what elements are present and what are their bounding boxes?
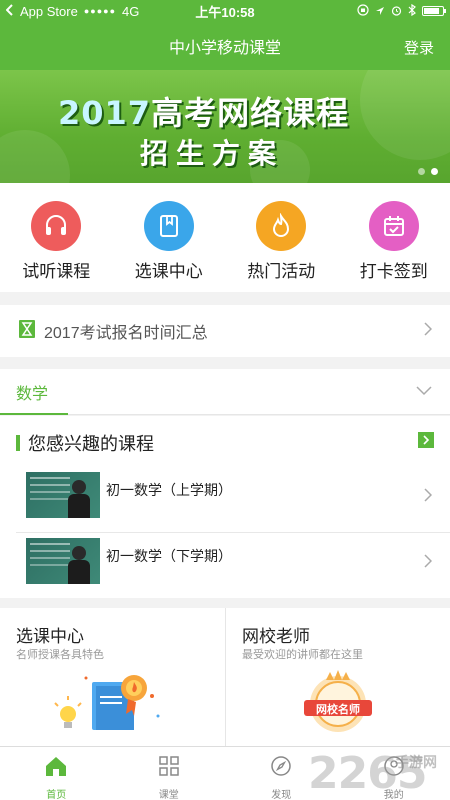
course-thumbnail bbox=[26, 538, 100, 584]
banner-headline: 2017高考网络课程 bbox=[58, 88, 349, 134]
badge-text: 网校名师 bbox=[316, 704, 360, 716]
feature-cards: 选课中心 名师授课各具特色 网校老师 最受欢迎的讲师都在这里 网校名师 bbox=[0, 608, 450, 746]
quick-item-check-in[interactable]: 打卡签到 bbox=[338, 183, 450, 292]
carousel-dots bbox=[418, 168, 438, 175]
quick-item-course-center[interactable]: 选课中心 bbox=[113, 183, 226, 292]
alarm-icon bbox=[391, 4, 402, 19]
quick-item-label: 试听课程 bbox=[22, 262, 91, 281]
banner-decoration bbox=[360, 70, 450, 160]
card-title: 选课中心 bbox=[16, 627, 84, 646]
carrier-label[interactable]: App Store bbox=[20, 4, 78, 19]
section-accent-bar bbox=[16, 435, 20, 451]
banner-decoration bbox=[0, 130, 70, 183]
subject-underline bbox=[0, 413, 68, 415]
flame-icon bbox=[256, 201, 307, 251]
subject-selected: 数学 bbox=[16, 385, 49, 403]
carousel-dot-active[interactable] bbox=[431, 168, 438, 175]
chevron-right-icon bbox=[424, 488, 433, 507]
headphones-icon bbox=[31, 201, 82, 251]
exam-notice-label: 2017考试报名时间汇总 bbox=[44, 325, 208, 342]
card-subtitle: 名师授课各具特色 bbox=[16, 649, 104, 661]
page-title: 中小学移动课堂 bbox=[168, 40, 281, 57]
location-icon bbox=[375, 4, 385, 19]
signal-strength: ●●●●● bbox=[83, 6, 117, 16]
quick-item-trial-courses[interactable]: 试听课程 bbox=[0, 183, 113, 292]
nav-bar: 中小学移动课堂 登录 bbox=[0, 22, 450, 70]
course-title: 初一数学（上学期） bbox=[106, 482, 232, 498]
calendar-check-icon bbox=[368, 201, 419, 251]
course-item[interactable]: 初一数学（上学期） bbox=[26, 472, 450, 528]
exam-notice-row[interactable]: 2017考试报名时间汇总 bbox=[0, 305, 450, 357]
banner-headline-text: 高考网络课程 bbox=[151, 94, 350, 132]
famous-teacher-badge: 网校名师 bbox=[298, 666, 378, 736]
section-header: 您感兴趣的课程 bbox=[16, 430, 154, 456]
card-course-center[interactable]: 选课中心 名师授课各具特色 bbox=[0, 608, 225, 746]
card-online-teachers[interactable]: 网校老师 最受欢迎的讲师都在这里 网校名师 bbox=[225, 608, 450, 746]
banner-subline: 招生方案 bbox=[140, 137, 285, 170]
course-title: 初一数学（下学期） bbox=[106, 548, 232, 564]
tab-classroom[interactable]: 课堂 bbox=[113, 747, 226, 800]
card-title: 网校老师 bbox=[242, 627, 310, 646]
more-arrow-icon[interactable] bbox=[418, 432, 434, 448]
book-icon bbox=[143, 201, 194, 251]
interest-section: 您感兴趣的课程 初一数学（上学期） 初一数学（下学期） bbox=[0, 416, 450, 598]
tab-label: 课堂 bbox=[158, 790, 179, 800]
chevron-right-icon bbox=[424, 321, 433, 341]
back-arrow-icon[interactable] bbox=[5, 3, 14, 19]
compass-icon bbox=[270, 755, 292, 782]
promo-banner[interactable]: 2017高考网络课程 招生方案 bbox=[0, 70, 450, 183]
banner-year: 2017 bbox=[58, 94, 152, 132]
divider bbox=[16, 532, 450, 533]
chevron-right-icon bbox=[424, 554, 433, 573]
carousel-dot[interactable] bbox=[418, 168, 425, 175]
section-title: 您感兴趣的课程 bbox=[28, 434, 154, 454]
orientation-lock-icon bbox=[357, 3, 369, 19]
quick-item-label: 选课中心 bbox=[134, 262, 203, 281]
tab-home[interactable]: 首页 bbox=[0, 747, 113, 800]
chevron-down-icon[interactable] bbox=[416, 383, 432, 401]
card-subtitle: 最受欢迎的讲师都在这里 bbox=[242, 649, 363, 661]
course-thumbnail bbox=[26, 472, 100, 518]
hourglass-icon bbox=[18, 319, 36, 344]
login-button[interactable]: 登录 bbox=[404, 37, 434, 58]
grid-icon bbox=[158, 755, 180, 782]
quick-item-label: 打卡签到 bbox=[359, 262, 428, 281]
subject-selector[interactable]: 数学 bbox=[0, 369, 450, 415]
battery-icon bbox=[422, 6, 446, 16]
tab-label: 发现 bbox=[271, 790, 292, 800]
home-icon bbox=[44, 755, 68, 782]
watermark-text: 手游网 bbox=[395, 754, 437, 770]
quick-item-hot-events[interactable]: 热门活动 bbox=[225, 183, 338, 292]
clock: 上午10:58 bbox=[195, 4, 255, 20]
status-bar: App Store ●●●●● 4G 上午10:58 bbox=[0, 0, 450, 22]
quick-item-label: 热门活动 bbox=[247, 262, 316, 281]
tab-label: 首页 bbox=[46, 790, 67, 800]
network-type: 4G bbox=[122, 3, 140, 19]
book-award-illustration bbox=[48, 666, 178, 741]
quick-menu: 试听课程 选课中心 热门活动 打卡签到 bbox=[0, 183, 450, 292]
course-item[interactable]: 初一数学（下学期） bbox=[26, 538, 450, 594]
bluetooth-icon bbox=[408, 3, 416, 19]
